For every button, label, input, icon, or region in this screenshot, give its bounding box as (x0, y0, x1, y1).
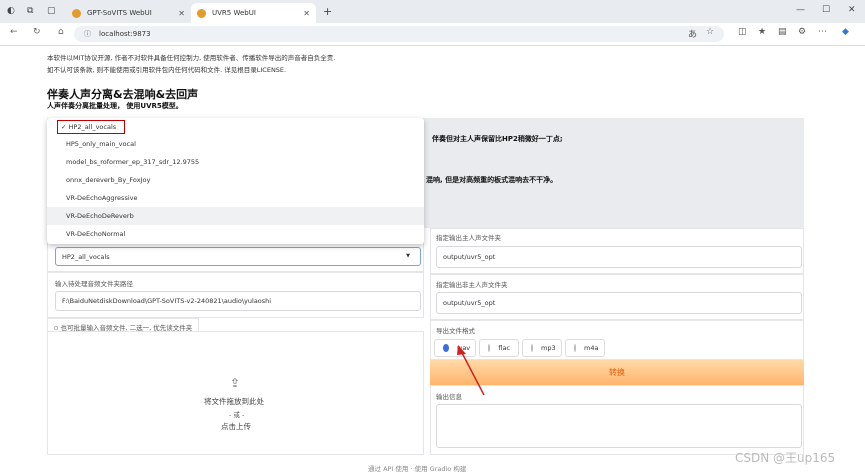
format-option-label: mp3 (541, 344, 556, 352)
tab-uvr5[interactable]: UVR5 WebUI ✕ (191, 3, 316, 23)
address-bar[interactable]: ⓘ localhost:9873 (74, 26, 724, 42)
vocal-out-field[interactable]: output/uvr5_opt (436, 246, 802, 268)
refresh-icon[interactable]: ↻ (33, 27, 41, 37)
license-notice-line1: 本软件以MIT协议开源, 作者不对软件具备任何控制力, 使用软件者、传播软件导出… (47, 54, 336, 62)
license-notice-line2: 如不认可该条款, 则不能使用或引用软件包内任何代码和文件. 详见根目录LICEN… (47, 66, 287, 74)
upload-drop-text: 将文件拖放到此处 (204, 397, 264, 406)
intro-line: 人声伴奏分离批量处理， 使用UVR5模型。 (47, 102, 183, 110)
radio-icon (574, 344, 576, 352)
format-option-label: m4a (584, 344, 599, 352)
collections-icon[interactable]: ▤ (778, 27, 787, 37)
model-dropdown-list: ✓ HP2_all_vocals HP5_only_main_vocal mod… (47, 118, 424, 244)
extensions-icon[interactable]: ⚙ (798, 27, 806, 37)
url-text: localhost:9873 (99, 30, 151, 38)
close-tab-icon[interactable]: ✕ (303, 9, 310, 18)
radio-icon (531, 344, 533, 352)
inst-out-field[interactable]: output/uvr5_opt (436, 292, 802, 314)
info-line-dereverb: 混响, 但是对高频重的板式混响去不干净。 (426, 176, 558, 184)
format-option-label: flac (498, 344, 510, 352)
tab-title: UVR5 WebUI (212, 9, 256, 17)
model-select[interactable]: HP2_all_vocals ▼ (55, 247, 421, 266)
dropdown-option-label: HP2_all_vocals (68, 123, 117, 131)
inst-out-value: output/uvr5_opt (443, 299, 496, 307)
maximize-button[interactable]: ☐ (822, 5, 830, 15)
dropdown-option-hp2[interactable]: ✓ HP2_all_vocals (47, 118, 424, 136)
minimize-button[interactable]: — (796, 5, 805, 15)
close-tab-icon[interactable]: ✕ (178, 9, 185, 18)
profile-icon[interactable]: ◐ (7, 6, 15, 16)
chevron-down-icon: ▼ (406, 253, 410, 259)
inst-out-label: 指定输出非主人声文件夹 (436, 281, 508, 289)
format-label: 导出文件格式 (436, 327, 475, 335)
tab-favicon-icon (72, 8, 81, 18)
dropdown-option-deecho-normal[interactable]: VR-DeEchoNormal (47, 225, 424, 243)
new-tab-button[interactable]: + (323, 5, 332, 18)
input-dir-value: F:\BaiduNetdiskDownload\GPT-SoVITS-v2-24… (62, 297, 272, 305)
dropdown-option-deecho-aggressive[interactable]: VR-DeEchoAggressive (47, 189, 424, 207)
output-info-field[interactable] (436, 404, 802, 448)
page-title: 伴奏人声分离&去混响&去回声 (47, 88, 199, 101)
check-icon: ✓ (61, 123, 67, 131)
input-dir-field[interactable]: F:\BaiduNetdiskDownload\GPT-SoVITS-v2-24… (55, 291, 421, 311)
tab-favicon-icon (197, 8, 206, 18)
upload-icon: ⇪ (230, 376, 241, 390)
favorites-icon[interactable]: ★ (758, 27, 766, 37)
format-option-mp3[interactable]: mp3 (522, 339, 562, 357)
tab-gpt-sovits[interactable]: GPT-SoVITS WebUI ✕ (66, 3, 191, 23)
split-screen-icon[interactable]: ◫ (738, 27, 747, 37)
back-icon[interactable]: ← (10, 27, 18, 37)
workspaces-icon[interactable]: ⧉ (27, 6, 33, 16)
dropdown-option-hp5[interactable]: HP5_only_main_vocal (47, 135, 424, 153)
more-menu-icon[interactable]: ⋯ (818, 27, 827, 37)
info-line-hp5: 伴奏但对主人声保留比HP2稍微好一丁点; (432, 135, 563, 143)
close-window-button[interactable]: ✕ (848, 5, 856, 15)
model-select-value: HP2_all_vocals (62, 252, 110, 261)
home-icon[interactable]: ⌂ (58, 27, 64, 37)
favorite-star-icon[interactable]: ☆ (706, 27, 714, 37)
upload-click-text[interactable]: 点击上传 (221, 421, 251, 432)
dropdown-option-roformer[interactable]: model_bs_roformer_ep_317_sdr_12.9755 (47, 153, 424, 171)
upload-dropzone[interactable] (47, 331, 424, 455)
upload-or-text: - 或 - (229, 411, 245, 419)
format-option-m4a[interactable]: m4a (565, 339, 605, 357)
site-info-icon[interactable]: ⓘ (84, 29, 91, 39)
vocal-out-label: 指定输出主人声文件夹 (436, 234, 501, 242)
dropdown-option-onnx-dereverb[interactable]: onnx_dereverb_By_FoxJoy (47, 171, 424, 189)
input-dir-label: 输入待处理音频文件夹路径 (55, 280, 133, 288)
vocal-out-value: output/uvr5_opt (443, 253, 496, 261)
translate-icon[interactable]: あ (688, 27, 697, 40)
tab-actions-icon[interactable]: ▢ (47, 6, 56, 16)
watermark: CSDN @王up165 (735, 451, 836, 465)
copilot-icon[interactable]: ◆ (842, 27, 849, 37)
annotation-arrow (457, 345, 485, 396)
dropdown-option-deecho-dereverb[interactable]: VR-DeEchoDeReverb (47, 207, 424, 225)
tab-title: GPT-SoVITS WebUI (87, 9, 152, 17)
